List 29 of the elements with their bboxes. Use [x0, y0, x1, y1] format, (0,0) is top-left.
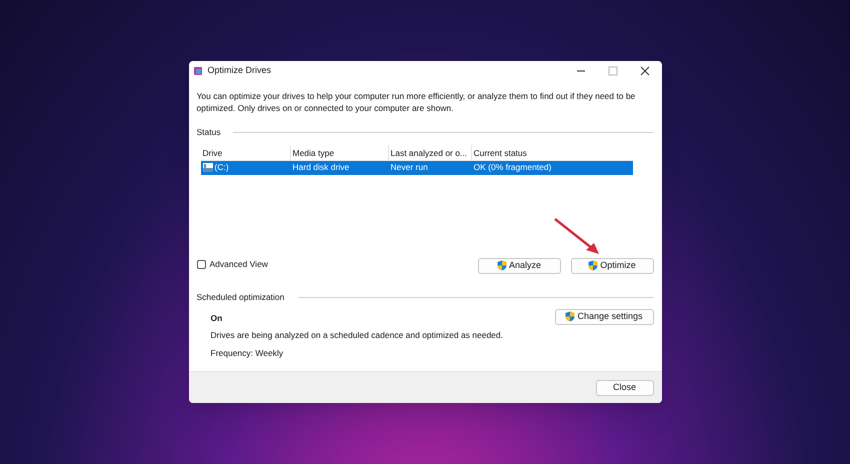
close-button[interactable]: Close: [596, 380, 654, 396]
schedule-frequency: Frequency: Weekly: [210, 347, 284, 360]
drive-icon: [202, 163, 212, 172]
table-cell: (C:): [214, 161, 229, 174]
shield-icon: [496, 260, 507, 272]
description-text: You can optimize your drives to help your computer run more efficiently, or analyze them to find out if they need to be optimized. Only drives on or connected to your computer are shown.: [196, 90, 636, 114]
analyze-button[interactable]: Analyze: [478, 258, 560, 274]
shield-icon: [565, 311, 576, 322]
arrow-annotation: [553, 217, 601, 256]
column-header[interactable]: Last analyzed or o...: [388, 144, 472, 160]
column-header[interactable]: Current status: [472, 144, 632, 160]
section-heading: Scheduled optimization: [196, 290, 284, 304]
table-cell: Never run: [390, 161, 428, 174]
column-header[interactable]: Drive: [200, 144, 290, 160]
schedule-state: On: [210, 312, 224, 324]
drive-row[interactable]: (C:) Hard disk drive Never run OK (0% fragmented): [200, 160, 632, 175]
table-cell: OK (0% fragmented): [474, 161, 552, 174]
change-settings-button[interactable]: Change settings: [554, 308, 654, 324]
drive-app-icon: [192, 66, 202, 76]
table-cell: Hard disk drive: [292, 161, 350, 174]
window-title: Optimize Drives: [208, 64, 272, 78]
advanced-view-checkbox[interactable]: [196, 260, 206, 270]
close-icon[interactable]: [640, 66, 650, 76]
optimize-button[interactable]: Optimize: [570, 258, 654, 274]
checkbox-label: Advanced View: [210, 258, 268, 272]
column-header[interactable]: Media type: [290, 144, 388, 160]
shield-icon: [588, 260, 598, 272]
section-heading: Status: [196, 126, 221, 139]
schedule-detail: Drives are being analyzed on a scheduled cadence and optimized as needed.: [210, 329, 504, 342]
